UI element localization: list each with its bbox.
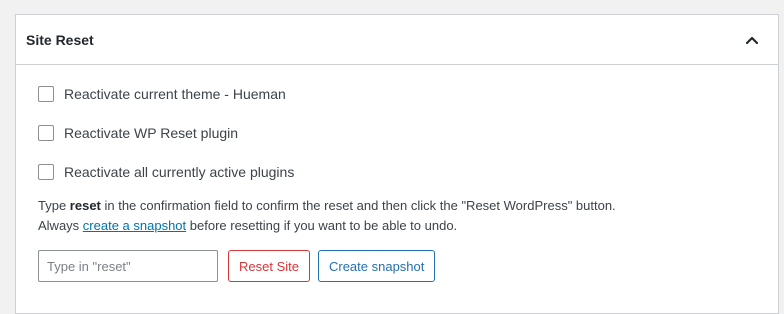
- option-label: Reactivate all currently active plugins: [64, 164, 295, 180]
- option-reactivate-wp-reset[interactable]: Reactivate WP Reset plugin: [38, 124, 778, 142]
- panel-body: Reactivate current theme - Hueman Reacti…: [16, 65, 778, 282]
- desc-text: Type: [38, 198, 70, 213]
- desc-text: in the confirmation field to confirm the…: [100, 198, 616, 213]
- option-reactivate-plugins[interactable]: Reactivate all currently active plugins: [38, 163, 778, 181]
- option-label: Reactivate current theme - Hueman: [64, 86, 286, 102]
- reset-site-button[interactable]: Reset Site: [228, 250, 310, 282]
- reactivate-theme-checkbox[interactable]: [38, 86, 54, 102]
- desc-text: Always: [38, 218, 83, 233]
- reactivate-plugins-checkbox[interactable]: [38, 164, 54, 180]
- site-reset-panel: Site Reset Reactivate current theme - Hu…: [15, 14, 779, 314]
- collapse-toggle-button[interactable]: [740, 28, 764, 52]
- description-line-2: Always create a snapshot before resettin…: [38, 216, 778, 236]
- create-snapshot-link[interactable]: create a snapshot: [83, 218, 186, 233]
- option-label: Reactivate WP Reset plugin: [64, 125, 239, 141]
- desc-text: before resetting if you want to be able …: [186, 218, 458, 233]
- panel-title: Site Reset: [26, 31, 94, 48]
- desc-keyword: reset: [69, 198, 101, 213]
- panel-header: Site Reset: [16, 15, 778, 65]
- description-line-1: Type reset in the confirmation field to …: [38, 196, 778, 216]
- reset-confirm-input[interactable]: [38, 250, 218, 282]
- create-snapshot-button[interactable]: Create snapshot: [317, 250, 436, 282]
- chevron-up-icon: [745, 36, 759, 44]
- reactivate-wp-reset-checkbox[interactable]: [38, 125, 54, 141]
- reset-actions: Reset Site Create snapshot: [38, 250, 778, 282]
- reset-description: Type reset in the confirmation field to …: [38, 196, 778, 236]
- option-reactivate-theme[interactable]: Reactivate current theme - Hueman: [38, 85, 778, 103]
